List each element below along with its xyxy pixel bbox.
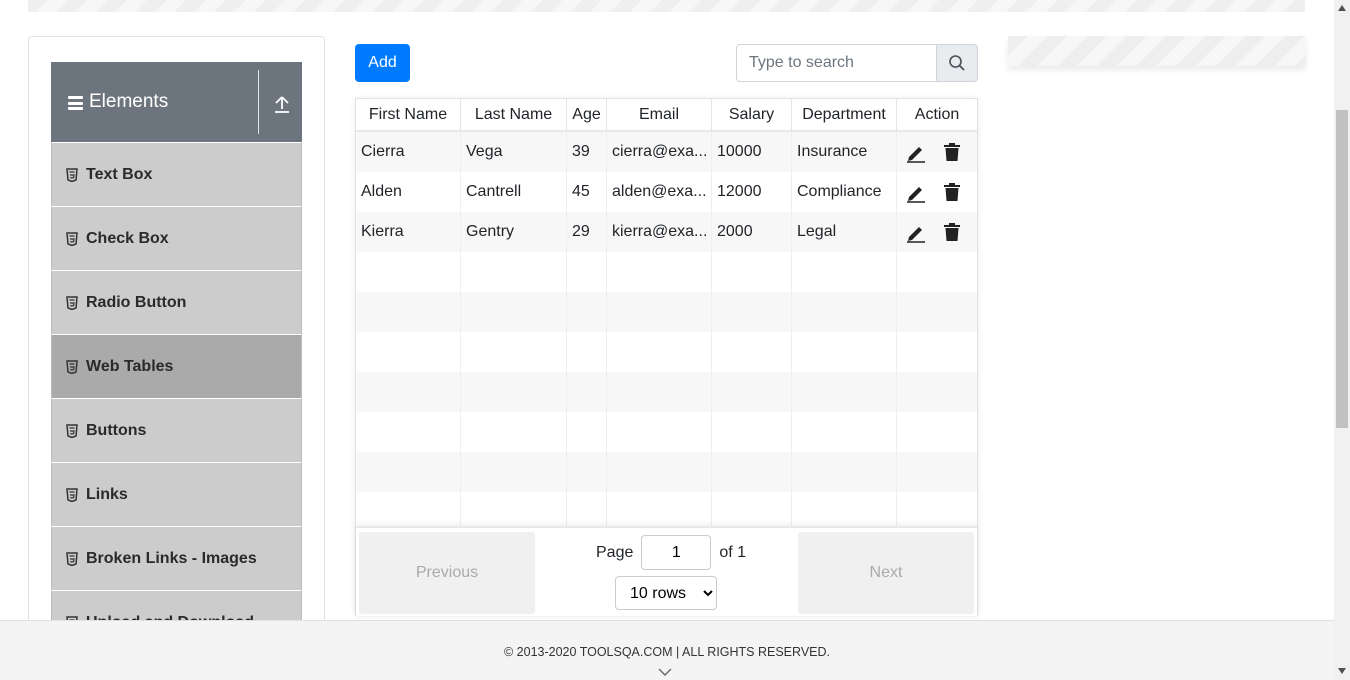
cell-action <box>897 172 977 212</box>
menu-icon <box>68 96 83 110</box>
cell-salary: 12000 <box>712 172 792 212</box>
column-header: Action <box>914 105 960 123</box>
table-row: Kierra Gentry 29 kierra@exa... 2000 Lega… <box>356 212 977 252</box>
empty-row <box>356 412 977 452</box>
add-button[interactable]: Add <box>355 44 410 82</box>
html5-icon <box>66 231 78 246</box>
sidebar-item-label: Text Box <box>86 165 153 183</box>
top-banner <box>28 0 1305 12</box>
edit-pencil-icon[interactable] <box>905 141 927 163</box>
sidebar-item-broken-links[interactable]: Broken Links - Images <box>51 526 302 590</box>
pagination: Previous Page of 1 10 rows Next <box>356 526 977 616</box>
page-scrollbar[interactable] <box>1334 0 1350 680</box>
empty-row <box>356 372 977 412</box>
next-button[interactable]: Next <box>798 532 974 614</box>
collapse-up-icon[interactable] <box>274 95 290 113</box>
elements-group-header[interactable]: Elements <box>51 62 302 142</box>
column-header[interactable]: Email <box>607 99 712 130</box>
empty-row <box>356 292 977 332</box>
empty-row <box>356 452 977 492</box>
column-header[interactable]: Last Name <box>461 99 567 130</box>
delete-trash-icon[interactable] <box>941 181 963 203</box>
header-divider <box>258 70 259 134</box>
html5-icon <box>66 295 78 310</box>
cell-email: kierra@exa... <box>607 212 712 252</box>
cell-action <box>897 132 977 172</box>
search-button[interactable] <box>937 44 978 82</box>
cell-last-name: Cantrell <box>461 172 567 212</box>
cell-age: 39 <box>567 132 607 172</box>
column-header[interactable]: Department <box>792 99 897 130</box>
sidebar: Elements Text Box Check Box Radio Button… <box>28 36 325 636</box>
html5-icon <box>66 359 78 374</box>
html5-icon <box>66 423 78 438</box>
cell-department: Legal <box>792 212 897 252</box>
empty-row <box>356 332 977 372</box>
group-title: Elements <box>89 91 169 112</box>
page-total: of 1 <box>719 543 747 561</box>
sidebar-item-label: Check Box <box>86 229 169 247</box>
cell-salary: 2000 <box>712 212 792 252</box>
cell-email: alden@exa... <box>607 172 712 212</box>
cell-first-name: Cierra <box>356 132 461 172</box>
delete-trash-icon[interactable] <box>941 221 963 243</box>
rows-per-page-select[interactable]: 10 rows <box>615 576 717 610</box>
table-row: Alden Cantrell 45 alden@exa... 12000 Com… <box>356 172 977 212</box>
cell-salary: 10000 <box>712 132 792 172</box>
cell-age: 29 <box>567 212 607 252</box>
cell-first-name: Alden <box>356 172 461 212</box>
column-header[interactable]: Salary <box>712 99 792 130</box>
sidebar-item-label: Links <box>86 485 128 503</box>
html5-icon <box>66 167 78 182</box>
sidebar-item-radio-button[interactable]: Radio Button <box>51 270 302 334</box>
page-number-input[interactable] <box>641 535 712 570</box>
cell-last-name: Gentry <box>461 212 567 252</box>
cell-department: Compliance <box>792 172 897 212</box>
previous-button[interactable]: Previous <box>359 532 535 614</box>
sidebar-item-label: Buttons <box>86 421 147 439</box>
sidebar-item-label: Web Tables <box>86 357 174 375</box>
cell-email: cierra@exa... <box>607 132 712 172</box>
ad-banner <box>1008 36 1306 66</box>
sidebar-menu: Text Box Check Box Radio Button Web Tabl… <box>51 142 302 635</box>
copyright-text: © 2013-2020 TOOLSQA.COM | ALL RIGHTS RES… <box>503 645 830 659</box>
page-label: Page <box>596 543 634 561</box>
sidebar-item-buttons[interactable]: Buttons <box>51 398 302 462</box>
cell-department: Insurance <box>792 132 897 172</box>
sidebar-item-check-box[interactable]: Check Box <box>51 206 302 270</box>
footer: © 2013-2020 TOOLSQA.COM | ALL RIGHTS RES… <box>0 620 1334 680</box>
sidebar-item-web-tables[interactable]: Web Tables <box>51 334 302 398</box>
html5-icon <box>66 551 78 566</box>
cell-first-name: Kierra <box>356 212 461 252</box>
sidebar-item-text-box[interactable]: Text Box <box>51 142 302 206</box>
cell-age: 45 <box>567 172 607 212</box>
column-header[interactable]: Age <box>567 99 607 130</box>
search-icon <box>949 55 965 71</box>
cell-action <box>897 212 977 252</box>
edit-pencil-icon[interactable] <box>905 181 927 203</box>
html5-icon <box>66 487 78 502</box>
page-controls: Page of 1 10 rows <box>596 535 746 610</box>
edit-pencil-icon[interactable] <box>905 221 927 243</box>
cell-last-name: Vega <box>461 132 567 172</box>
sidebar-item-label: Broken Links - Images <box>86 549 257 567</box>
delete-trash-icon[interactable] <box>941 141 963 163</box>
scroll-down-arrow-icon[interactable] <box>1338 668 1346 674</box>
chevron-down-icon[interactable] <box>658 668 672 677</box>
column-header[interactable]: First Name <box>356 99 461 130</box>
table-row: Cierra Vega 39 cierra@exa... 10000 Insur… <box>356 132 977 172</box>
search-input[interactable] <box>736 44 937 82</box>
empty-row <box>356 252 977 292</box>
web-table: First Name Last Name Age Email Salary De… <box>355 98 978 616</box>
sidebar-item-links[interactable]: Links <box>51 462 302 526</box>
scrollbar-thumb[interactable] <box>1336 110 1348 428</box>
sidebar-item-label: Radio Button <box>86 293 187 311</box>
search-box <box>736 44 978 82</box>
scroll-up-arrow-icon[interactable] <box>1338 5 1346 11</box>
table-header: First Name Last Name Age Email Salary De… <box>356 99 977 132</box>
